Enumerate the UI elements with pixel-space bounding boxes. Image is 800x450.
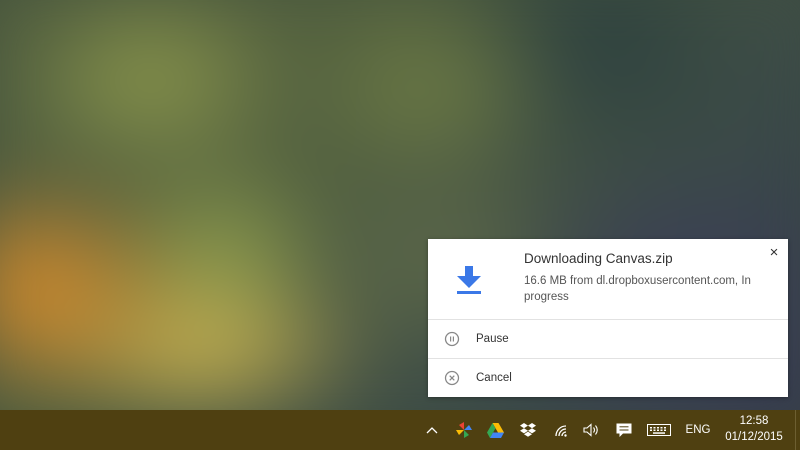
google-drive-icon[interactable]	[484, 410, 506, 450]
clock-date: 01/12/2015	[725, 431, 783, 443]
pause-icon	[444, 331, 460, 347]
keyboard-icon[interactable]	[645, 410, 673, 450]
pause-label: Pause	[476, 333, 509, 345]
google-photos-icon[interactable]	[453, 410, 475, 450]
taskbar: ENG 12:58 01/12/2015	[0, 410, 800, 450]
download-icon	[457, 266, 481, 294]
notification-title: Downloading Canvas.zip	[524, 251, 673, 266]
clock[interactable]: 12:58 01/12/2015	[720, 413, 788, 447]
notification-header: Downloading Canvas.zip 16.6 MB from dl.d…	[428, 239, 788, 320]
language-indicator[interactable]: ENG	[682, 410, 714, 450]
cancel-icon	[444, 370, 460, 386]
notification-message: 16.6 MB from dl.dropboxusercontent.com, …	[524, 275, 751, 303]
show-desktop-button[interactable]	[795, 410, 800, 450]
volume-icon[interactable]	[581, 410, 603, 450]
cancel-label: Cancel	[476, 372, 512, 384]
download-notification: Downloading Canvas.zip 16.6 MB from dl.d…	[428, 239, 788, 397]
dropbox-icon[interactable]	[517, 410, 539, 450]
wifi-icon[interactable]	[550, 410, 572, 450]
clock-time: 12:58	[739, 415, 769, 427]
chevron-up-icon[interactable]	[422, 410, 442, 450]
pause-button[interactable]: Pause	[428, 320, 788, 359]
action-center-icon[interactable]	[613, 410, 635, 450]
cancel-button[interactable]: Cancel	[428, 359, 788, 397]
close-button[interactable]: ×	[766, 245, 782, 261]
